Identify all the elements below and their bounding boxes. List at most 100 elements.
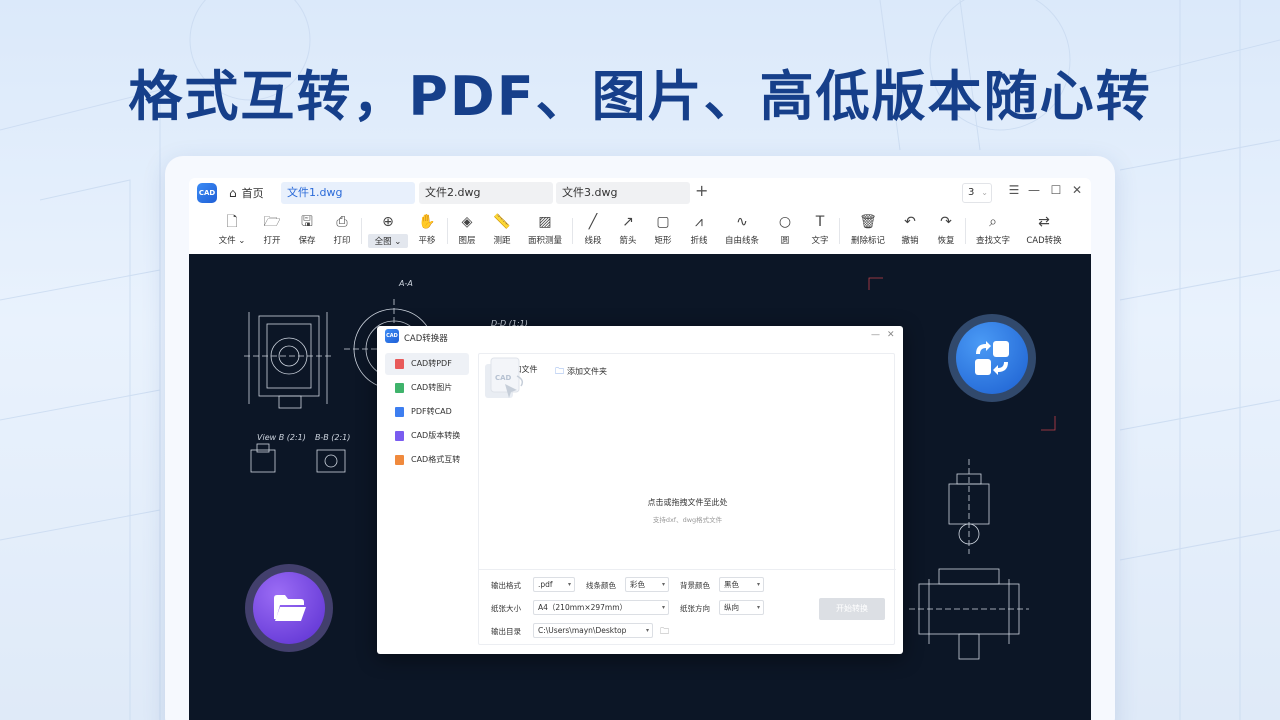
- dialog-minimize-button[interactable]: —: [871, 330, 880, 340]
- drop-hint: 点击或拖拽文件至此处: [479, 497, 896, 508]
- output-dir-label: 输出目录: [491, 626, 521, 637]
- tool-circle[interactable]: ○圆: [765, 212, 805, 246]
- maximize-button[interactable]: ☐: [1049, 183, 1063, 197]
- dialog-close-button[interactable]: ✕: [887, 330, 895, 340]
- toolbar-divider: [965, 218, 966, 244]
- tool-zoom-extents[interactable]: ⊕全图 ⌄: [368, 212, 408, 248]
- line-color-label: 线条颜色: [586, 580, 616, 591]
- sidebar-item-cad-to-image[interactable]: CAD转图片: [385, 377, 469, 399]
- add-folder-button[interactable]: 🗀添加文件夹: [555, 364, 607, 380]
- tool-cad-convert[interactable]: ⇄ CAD转换: [1024, 212, 1064, 246]
- tool-label: 图层: [447, 234, 487, 246]
- paper-orient-value: 纵向: [724, 603, 739, 612]
- tool-line[interactable]: ╱ 线段: [573, 212, 613, 246]
- tool-print[interactable]: ⎙打印: [322, 212, 362, 246]
- toolbar-divider: [839, 218, 840, 244]
- chevron-down-icon: ▾: [568, 578, 571, 591]
- tool-label: CAD转换: [1024, 234, 1064, 246]
- drawing-canvas[interactable]: A-A View B (2:1) B-B (2:1) D-D (1:1) CAD…: [189, 254, 1091, 720]
- cad-convert-icon: ⇄: [1024, 212, 1064, 232]
- tab-file3[interactable]: 文件3.dwg: [556, 182, 690, 204]
- sidebar-item-label: CAD版本转换: [411, 431, 460, 440]
- freehand-icon: ∿: [722, 212, 762, 232]
- cad-app-window: CAD ⌂ 首页 文件1.dwg 文件2.dwg 文件3.dwg + 3 ⌄ ☰…: [189, 178, 1091, 720]
- paper-size-select[interactable]: A4（210mm×297mm）▾: [533, 600, 669, 615]
- dialog-logo: CAD: [385, 329, 399, 343]
- tool-delete-mark[interactable]: 🗑删除标记: [848, 212, 888, 246]
- layers-icon: ◈: [447, 212, 487, 232]
- drawing-label-aa: A-A: [398, 279, 413, 288]
- tool-label: 恢复: [926, 234, 966, 246]
- tool-label: 面积测量: [525, 234, 565, 246]
- tool-save[interactable]: 🖫保存: [287, 212, 327, 246]
- zoom-select[interactable]: 3 ⌄: [962, 183, 992, 203]
- tool-redo[interactable]: ↷ 恢复: [926, 212, 966, 246]
- bg-color-value: 黑色: [724, 580, 739, 589]
- dialog-title: CAD转换器: [404, 332, 448, 344]
- paper-orient-select[interactable]: 纵向▾: [719, 600, 764, 615]
- bg-color-select[interactable]: 黑色▾: [719, 577, 764, 592]
- close-button[interactable]: ✕: [1070, 183, 1084, 197]
- image-file-icon: [395, 383, 404, 393]
- tool-undo[interactable]: ↶撤销: [890, 212, 930, 246]
- app-logo: CAD: [197, 183, 217, 203]
- file-drop-area[interactable]: ⊞添加文件 🗀添加文件夹 CAD 点击或拖拽文件至此处 支持dxf、dwg格式文…: [478, 353, 895, 645]
- convert-badge: [948, 314, 1036, 402]
- tool-arrow[interactable]: ↗ 箭头: [608, 212, 648, 246]
- home-icon: ⌂: [229, 186, 237, 200]
- sidebar-item-cad-format[interactable]: CAD格式互转: [385, 449, 469, 471]
- sidebar-item-pdf-to-cad[interactable]: PDF转CAD: [385, 401, 469, 423]
- title-bar: CAD ⌂ 首页 文件1.dwg 文件2.dwg 文件3.dwg + 3 ⌄ ☰…: [189, 178, 1091, 208]
- output-dir-select[interactable]: C:\Users\mayn\Desktop▾: [533, 623, 653, 638]
- tool-label: 打开: [252, 234, 292, 246]
- tool-area[interactable]: ▨面积测量: [525, 212, 565, 246]
- line-color-value: 彩色: [630, 580, 645, 589]
- tool-label: 箭头: [608, 234, 648, 246]
- browse-folder-icon[interactable]: 🗀: [660, 624, 669, 640]
- start-convert-button[interactable]: 开始转换: [819, 598, 885, 620]
- output-format-label: 输出格式: [491, 580, 521, 591]
- arrow-icon: ↗: [608, 212, 648, 232]
- tool-measure[interactable]: 📏测距: [482, 212, 522, 246]
- redo-icon: ↷: [926, 212, 966, 232]
- folder-badge: [245, 564, 333, 652]
- tool-polyline[interactable]: ⩘折线: [679, 212, 719, 246]
- tab-file1[interactable]: 文件1.dwg: [281, 182, 415, 204]
- tool-rectangle[interactable]: ▢矩形: [643, 212, 683, 246]
- sidebar-item-cad-version[interactable]: CAD版本转换: [385, 425, 469, 447]
- tool-pan[interactable]: ✋平移: [407, 212, 447, 246]
- zoom-extents-icon: ⊕: [368, 212, 408, 232]
- add-tab-button[interactable]: +: [695, 181, 708, 200]
- menu-icon[interactable]: ☰: [1007, 183, 1021, 197]
- file-icon: 🗋: [212, 212, 252, 232]
- line-color-select[interactable]: 彩色 ▾: [625, 577, 669, 592]
- output-format-select[interactable]: .pdf▾: [533, 577, 575, 592]
- bg-color-label: 背景颜色: [680, 580, 710, 591]
- home-tab[interactable]: ⌂ 首页: [229, 183, 264, 203]
- tool-label: 圆: [765, 234, 805, 246]
- sidebar-item-cad-to-pdf[interactable]: CAD转PDF: [385, 353, 469, 375]
- tool-open[interactable]: 🗁 打开: [252, 212, 292, 246]
- tool-freehand[interactable]: ∿ 自由线条: [722, 212, 762, 246]
- svg-text:CAD: CAD: [495, 374, 512, 382]
- line-icon: ╱: [573, 212, 613, 232]
- convert-icon: [956, 322, 1028, 394]
- minimize-button[interactable]: —: [1027, 183, 1041, 197]
- tool-label: 折线: [679, 234, 719, 246]
- tool-file[interactable]: 🗋文件 ⌄: [212, 212, 252, 246]
- paper-size-value: A4（210mm×297mm）: [538, 603, 627, 612]
- tool-label: 线段: [573, 234, 613, 246]
- tab-file2[interactable]: 文件2.dwg: [419, 182, 553, 204]
- open-folder-icon: 🗁: [252, 212, 292, 232]
- tool-layers[interactable]: ◈ 图层: [447, 212, 487, 246]
- tool-label: 自由线条: [722, 234, 762, 246]
- zoom-value: 3: [968, 187, 974, 198]
- tool-find-text[interactable]: ⌕查找文字: [973, 212, 1013, 246]
- chevron-down-icon: ▾: [662, 578, 665, 591]
- converter-dialog: CAD CAD转换器 — ✕ CAD转PDF CAD转图片 PDF转CAD: [377, 326, 903, 654]
- sidebar-item-label: CAD转图片: [411, 383, 452, 392]
- drop-subhint: 支持dxf、dwg格式文件: [479, 514, 896, 524]
- print-icon: ⎙: [322, 212, 362, 232]
- delete-icon: 🗑: [848, 212, 888, 232]
- tool-text[interactable]: T文字: [800, 212, 840, 246]
